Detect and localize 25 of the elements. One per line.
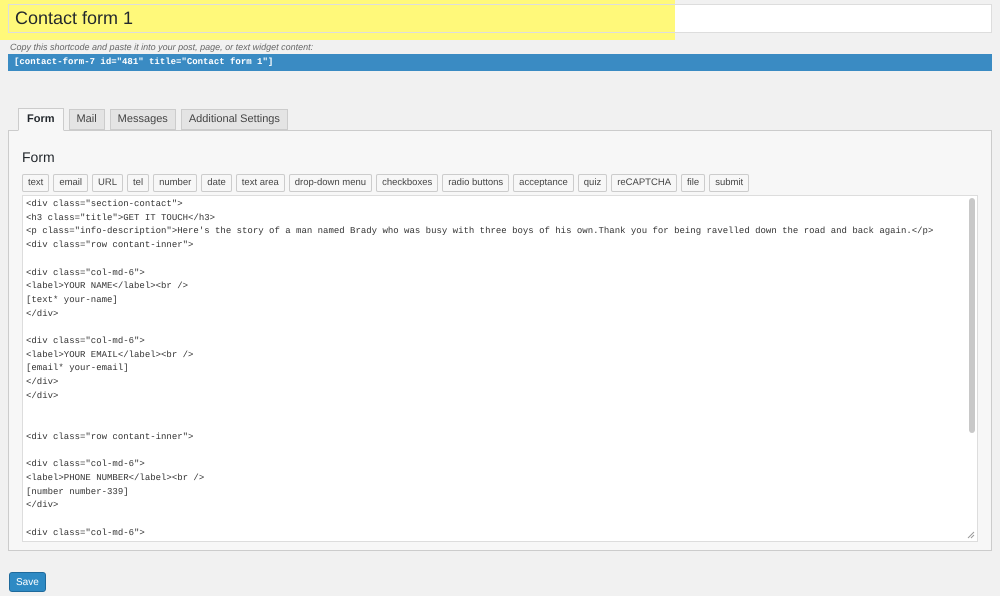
resize-handle-icon[interactable] xyxy=(967,531,975,539)
tab[interactable]: Form xyxy=(18,108,64,131)
tag-button[interactable]: quiz xyxy=(578,174,608,192)
save-button[interactable]: Save xyxy=(9,572,46,592)
tag-button[interactable]: email xyxy=(53,174,88,192)
tag-button[interactable]: file xyxy=(681,174,706,192)
tag-button[interactable]: date xyxy=(201,174,232,192)
panel-heading: Form xyxy=(22,149,56,166)
title-field[interactable]: Contact form 1 xyxy=(8,4,992,33)
shortcode-field[interactable]: [contact-form-7 id="481" title="Contact form 1"] xyxy=(8,54,992,71)
tag-button[interactable]: radio buttons xyxy=(442,174,510,192)
tag-button[interactable]: text area xyxy=(236,174,285,192)
tab[interactable]: Additional Settings xyxy=(180,109,288,130)
tab[interactable]: Mail xyxy=(68,109,105,130)
tag-button[interactable]: text xyxy=(22,174,50,192)
tag-button[interactable]: checkboxes xyxy=(376,174,438,192)
tag-button[interactable]: drop-down menu xyxy=(288,174,372,192)
tab[interactable]: Messages xyxy=(110,109,176,130)
tag-button[interactable]: submit xyxy=(709,174,750,192)
tag-button[interactable]: reCAPTCHA xyxy=(611,174,678,192)
tag-button[interactable]: acceptance xyxy=(513,174,574,192)
tag-button[interactable]: tel xyxy=(127,174,150,192)
tag-button[interactable]: URL xyxy=(92,174,124,192)
shortcode-hint: Copy this shortcode and paste it into your post, page, or text widget content: xyxy=(10,42,314,53)
tag-button[interactable]: number xyxy=(153,174,198,192)
